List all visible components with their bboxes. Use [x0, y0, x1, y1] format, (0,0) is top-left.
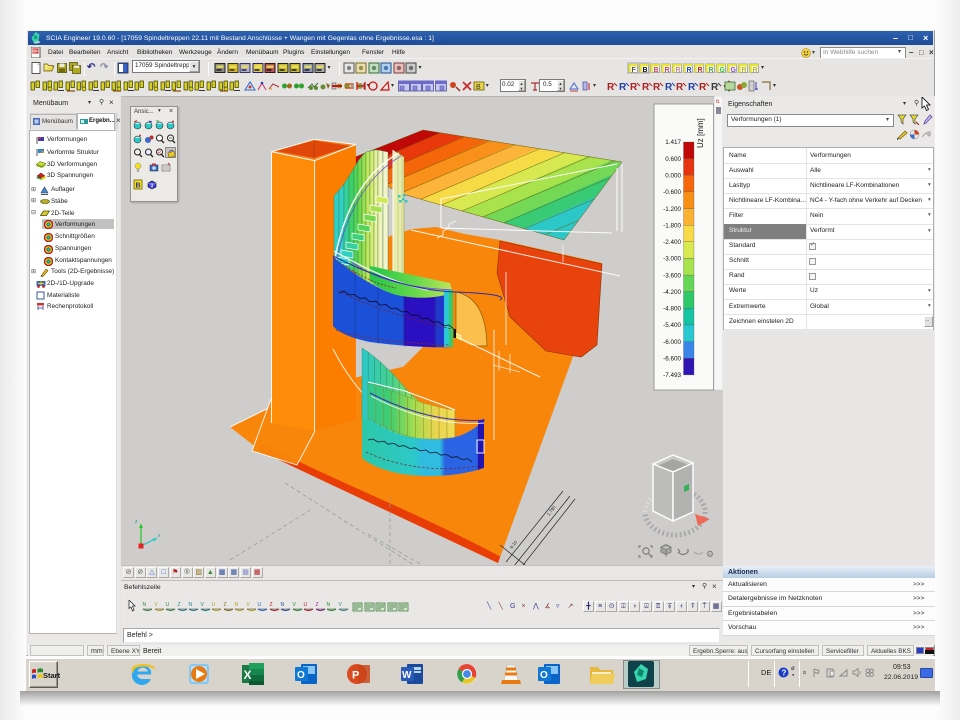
svg-text:N: N [327, 602, 331, 608]
svg-text:N: N [143, 602, 147, 608]
svg-text:Z: Z [269, 602, 272, 608]
svg-text:X: X [244, 668, 252, 682]
svg-text:⚙: ⚙ [706, 549, 714, 559]
svg-text:-6.000: -6.000 [663, 339, 681, 346]
svg-text:R: R [665, 67, 670, 74]
svg-text:W: W [402, 670, 412, 681]
svg-text:U: U [166, 602, 170, 608]
svg-text:V: V [200, 602, 204, 608]
svg-text:G: G [720, 67, 726, 74]
svg-text:-0.600: -0.600 [663, 189, 681, 196]
svg-text:Z: Z [223, 602, 226, 608]
svg-text:R: R [742, 67, 747, 74]
svg-text:Z: Z [177, 602, 180, 608]
svg-text:⇅: ⇅ [716, 99, 720, 105]
svg-text:G: G [731, 67, 737, 74]
svg-text:?: ? [782, 669, 787, 678]
svg-text:-5.400: -5.400 [663, 322, 681, 329]
svg-text:-3.600: -3.600 [663, 272, 681, 279]
svg-text:U: U [304, 602, 308, 608]
svg-text:3: 3 [151, 183, 154, 189]
svg-text:0.600: 0.600 [665, 156, 681, 163]
svg-text:N: N [235, 602, 239, 608]
svg-text:0.000: 0.000 [665, 173, 681, 180]
svg-text:V: V [246, 602, 250, 608]
svg-text:B: B [136, 183, 141, 190]
svg-text:-1.800: -1.800 [663, 222, 681, 229]
svg-text:R: R [753, 67, 758, 74]
svg-text:N: N [189, 602, 193, 608]
svg-text:-2.400: -2.400 [663, 239, 681, 246]
svg-text:V: V [154, 602, 158, 608]
svg-text:Z: Z [315, 602, 318, 608]
svg-text:-7.493: -7.493 [663, 372, 681, 379]
svg-text:O: O [297, 670, 305, 681]
svg-text:B: B [476, 84, 481, 91]
svg-text:R: R [698, 67, 703, 74]
svg-text:Uz [mm]: Uz [mm] [696, 118, 705, 148]
svg-text:R: R [687, 67, 692, 74]
svg-text:V: V [338, 602, 342, 608]
svg-text:R: R [709, 67, 714, 74]
svg-text:-4.200: -4.200 [663, 289, 681, 296]
svg-text:O: O [540, 670, 548, 681]
svg-text:-3.000: -3.000 [663, 256, 681, 263]
svg-text:V: V [292, 602, 296, 608]
svg-text:P: P [352, 670, 359, 682]
svg-text:R: R [676, 67, 681, 74]
svg-text:1.417: 1.417 [665, 139, 681, 146]
svg-text:R: R [158, 150, 162, 156]
svg-text:U: U [212, 602, 216, 608]
svg-text:U: U [258, 602, 262, 608]
svg-text:F: F [632, 67, 637, 74]
svg-text:-1.200: -1.200 [663, 206, 681, 213]
svg-text:-6.600: -6.600 [663, 356, 681, 363]
svg-text:B: B [654, 67, 659, 74]
svg-text:B: B [643, 67, 648, 74]
svg-text:-4.800: -4.800 [663, 306, 681, 313]
svg-text:N: N [281, 602, 285, 608]
